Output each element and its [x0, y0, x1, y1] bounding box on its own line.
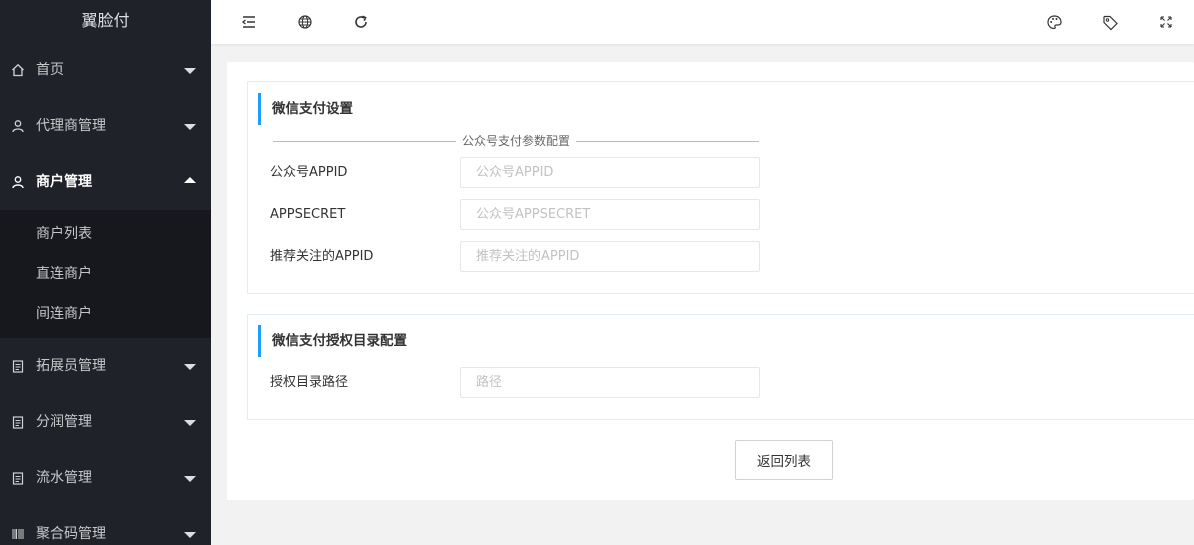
panel-title: 微信支付授权目录配置: [258, 325, 407, 357]
merchants-submenu: 商户列表 直连商户 间连商户: [0, 210, 211, 338]
clipboard-icon: [11, 394, 25, 450]
globe-icon[interactable]: [295, 12, 315, 32]
chevron-up-icon: [184, 177, 196, 183]
sidebar-item-agents[interactable]: 代理商管理: [0, 98, 211, 154]
appsecret-label: APPSECRET: [270, 207, 346, 222]
wechat-pay-settings-panel: 微信支付设置 公众号支付参数配置 公众号APPID APPSECRET 推荐关注…: [247, 81, 1194, 294]
sidebar-item-home[interactable]: 首页: [0, 42, 211, 98]
recommend-appid-label: 推荐关注的APPID: [270, 249, 374, 264]
sidebar-subitem-indirect-merchants[interactable]: 间连商户: [0, 294, 211, 334]
panel-title: 微信支付设置: [258, 93, 353, 125]
chevron-down-icon: [184, 68, 196, 74]
back-to-list-button[interactable]: 返回列表: [735, 440, 833, 480]
clipboard-icon: [11, 450, 25, 506]
chevron-down-icon: [184, 124, 196, 130]
chevron-down-icon: [184, 476, 196, 482]
top-header: [211, 0, 1194, 45]
user-icon: [11, 154, 25, 210]
sidebar-item-promoters[interactable]: 拓展员管理: [0, 338, 211, 394]
sidebar-item-merchants[interactable]: 商户管理: [0, 154, 211, 210]
appid-input[interactable]: [460, 157, 760, 188]
sidebar-item-label: 拓展员管理: [36, 358, 106, 374]
sidebar-subitem-direct-merchants[interactable]: 直连商户: [0, 254, 211, 294]
sidebar-item-label: 分润管理: [36, 414, 92, 430]
sidebar: 翼脸付 首页 代理商管理 商户管理 商户列表 直连商户 间连商户 拓展员管理 分…: [0, 0, 211, 545]
fieldset-legend: 公众号支付参数配置: [273, 134, 759, 148]
sidebar-item-profit-sharing[interactable]: 分润管理: [0, 394, 211, 450]
chevron-down-icon: [184, 364, 196, 370]
menu-fold-icon[interactable]: [239, 12, 259, 32]
sidebar-item-transactions[interactable]: 流水管理: [0, 450, 211, 506]
fieldset-legend-text: 公众号支付参数配置: [455, 134, 576, 148]
tag-icon[interactable]: [1100, 12, 1120, 32]
auth-path-label: 授权目录路径: [270, 375, 349, 390]
palette-icon[interactable]: [1044, 12, 1064, 32]
appsecret-input[interactable]: [460, 199, 760, 230]
sidebar-item-label: 首页: [36, 62, 64, 78]
fullscreen-icon[interactable]: [1156, 12, 1176, 32]
app-logo[interactable]: 翼脸付: [0, 0, 211, 42]
sidebar-subitem-merchant-list[interactable]: 商户列表: [0, 214, 211, 254]
home-icon: [11, 42, 25, 98]
clipboard-icon: [11, 338, 25, 394]
recommend-appid-input[interactable]: [460, 241, 760, 272]
chevron-down-icon: [184, 420, 196, 426]
refresh-icon[interactable]: [351, 12, 371, 32]
sidebar-item-label: 商户管理: [36, 174, 92, 190]
sidebar-item-label: 聚合码管理: [36, 526, 106, 542]
sidebar-item-label: 代理商管理: [36, 118, 106, 134]
barcode-icon: [11, 506, 25, 545]
sidebar-item-label: 流水管理: [36, 470, 92, 486]
auth-directory-panel: 微信支付授权目录配置 授权目录路径: [247, 314, 1194, 420]
sidebar-item-aggregate-codes[interactable]: 聚合码管理: [0, 506, 211, 545]
auth-path-input[interactable]: [460, 367, 760, 398]
user-icon: [11, 98, 25, 154]
appid-label: 公众号APPID: [270, 165, 348, 180]
chevron-down-icon: [184, 532, 196, 538]
content-card: 微信支付设置 公众号支付参数配置 公众号APPID APPSECRET 推荐关注…: [227, 62, 1194, 500]
